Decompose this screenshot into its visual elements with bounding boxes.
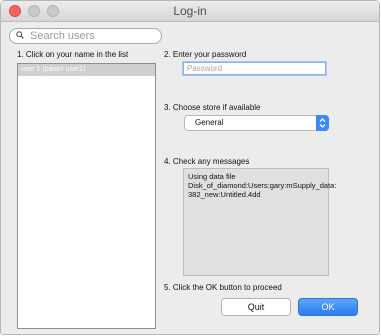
search-input[interactable]	[30, 29, 158, 43]
search-users-field[interactable]	[9, 28, 162, 44]
user-list[interactable]: user 1 (pass= user1)	[17, 63, 156, 329]
chevron-updown-icon[interactable]	[316, 115, 329, 131]
title-bar[interactable]: Log-in	[1, 1, 379, 22]
store-select[interactable]: General	[184, 115, 329, 131]
search-icon	[16, 31, 24, 39]
step4-label: 4. Check any messages	[164, 157, 250, 166]
step2-label: 2. Enter your password	[164, 50, 247, 59]
messages-box: Using data file Disk_of_diamond:Users:ga…	[183, 168, 337, 276]
step5-label: 5. Click the OK button to proceed	[164, 283, 282, 292]
message-line: Disk_of_diamond:Users:gary:mSupply_data:	[188, 181, 337, 190]
store-selected-value: General	[195, 118, 224, 127]
window-title: Log-in	[173, 4, 207, 18]
message-line: Using data file	[188, 172, 236, 181]
message-line: 382_new:Untitled.4dd	[188, 190, 261, 199]
step3-label: 3. Choose store if available	[164, 103, 261, 112]
quit-button[interactable]: Quit	[221, 298, 291, 316]
step1-label: 1. Click on your name in the list	[17, 50, 129, 59]
login-window: Log-in 1. Click on your name in the list…	[0, 0, 380, 335]
password-field[interactable]	[183, 62, 326, 75]
ok-button[interactable]: OK	[298, 298, 358, 316]
user-list-item[interactable]: user 1 (pass= user1)	[18, 64, 155, 76]
